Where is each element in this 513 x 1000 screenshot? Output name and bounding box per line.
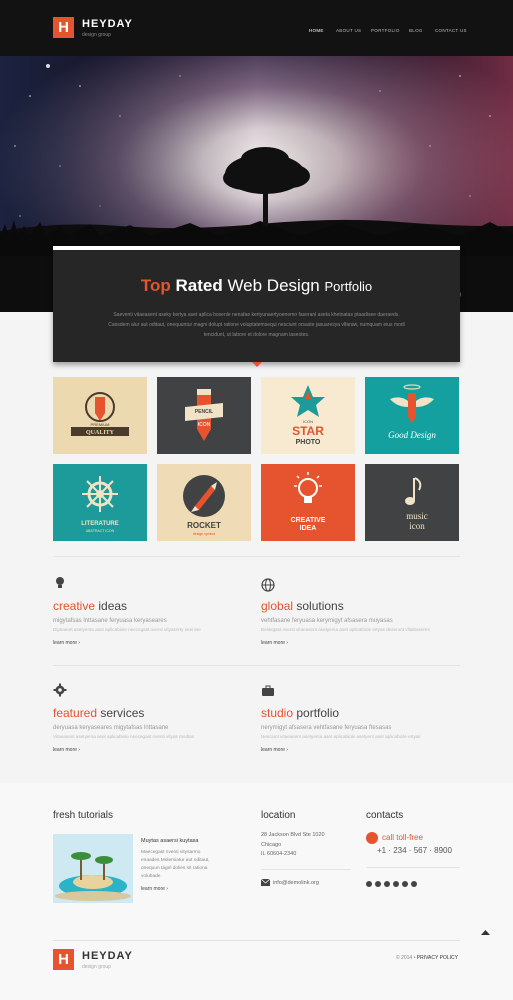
tile-literature[interactable]: LITERATURE ABSTRACT ICON <box>53 464 147 541</box>
pencil-badge-icon: PREMIUM QUALITY <box>71 392 129 436</box>
feature-title-studio-portfolio[interactable]: studio portfolio <box>261 706 339 720</box>
mail-icon <box>261 879 270 886</box>
brand-tagline: design group <box>82 32 111 38</box>
learn-more-link[interactable]: learn more › <box>53 640 80 646</box>
google-plus-icon[interactable] <box>375 881 381 887</box>
hero-title: Top Rated Web Design Portfolio <box>140 276 373 295</box>
tile-good-design[interactable]: Good Design <box>365 377 459 454</box>
nav-contact-us[interactable]: CONTACT US <box>435 28 467 33</box>
music-note-icon: music icon <box>405 477 428 531</box>
tutorials-heading: fresh tutorials <box>53 810 114 821</box>
tile-star-photo[interactable]: ICON STAR PHOTO <box>261 377 355 454</box>
svg-text:music: music <box>406 511 428 521</box>
footer-logo-mark[interactable]: H <box>53 949 74 970</box>
svg-text:icon: icon <box>409 521 425 531</box>
svg-text:PREMIUM: PREMIUM <box>91 422 110 427</box>
feature-text: Dipsaeart asetyersa aset aplicabiole nee… <box>53 627 201 632</box>
tile-creative-idea[interactable]: CREATIVE IDEA <box>261 464 355 541</box>
tile-pencil-icon[interactable]: PENCIL ICON <box>157 377 251 454</box>
svg-text:QUALITY: QUALITY <box>86 430 115 436</box>
nav-blog[interactable]: BLOG <box>409 28 423 33</box>
pencil-banner-icon: PENCIL ICON <box>185 389 223 441</box>
facebook-icon[interactable] <box>366 881 372 887</box>
svg-text:STAR: STAR <box>292 424 324 438</box>
feature-subtitle: deryuasa keryaseares migytafsas lnttasan… <box>53 725 169 731</box>
tile-rocket[interactable]: ROCKET design symbol <box>157 464 251 541</box>
winged-pencil-icon: Good Design <box>388 384 436 440</box>
feature-subtitle: nerymigyt afsasera vehtfasane feryuasa f… <box>261 725 392 731</box>
pinterest-icon[interactable] <box>411 881 417 887</box>
phone-number[interactable]: +1 · 234 · 567 · 8900 <box>377 846 452 855</box>
footer-brand-name[interactable]: HEYDAY <box>82 950 133 962</box>
location-divider <box>261 869 351 870</box>
svg-text:ICON: ICON <box>198 422 211 428</box>
copyright: © 2014 • PRIVACY POLICY <box>396 955 458 961</box>
tile-premium-quality[interactable]: PREMIUM QUALITY <box>53 377 147 454</box>
linkedin-icon[interactable] <box>402 881 408 887</box>
brand-name[interactable]: HEYDAY <box>82 18 133 30</box>
tutorial-thumbnail[interactable] <box>53 834 133 903</box>
scroll-to-top-icon[interactable] <box>481 929 490 936</box>
learn-more-link[interactable]: learn more › <box>261 640 288 646</box>
address-line-1: 28 Jackson Blvd Ste 1020 <box>261 832 325 838</box>
feature-title-creative-ideas[interactable]: creative ideas <box>53 599 127 613</box>
feature-title-featured-services[interactable]: featured services <box>53 706 144 720</box>
svg-text:PENCIL: PENCIL <box>195 409 213 415</box>
hero-caption-panel: Top Rated Web Design Portfolio Saeventi … <box>53 246 460 362</box>
nav-about-us[interactable]: ABOUT US <box>336 28 361 33</box>
feature-title-global-solutions[interactable]: global solutions <box>261 599 344 613</box>
feature-text: Beslegast nventi vitaeasent asetyersa as… <box>261 627 430 632</box>
privacy-policy-link[interactable]: PRIVACY POLICY <box>417 955 458 961</box>
feature-subtitle: vehtfasane feryuasa kerymigyt afsasera m… <box>261 618 393 624</box>
learn-more-link[interactable]: learn more › <box>261 747 288 753</box>
panel-arrow-icon <box>252 362 262 367</box>
lightbulb-icon: CREATIVE IDEA <box>291 472 326 532</box>
feature-text: Nesciunt vitaeasent asetyersa aset aplic… <box>261 734 421 739</box>
globe-icon <box>261 578 275 592</box>
gear-icon <box>53 683 67 697</box>
svg-text:LITERATURE: LITERATURE <box>81 521 119 527</box>
svg-text:ROCKET: ROCKET <box>187 521 221 530</box>
phone-icon <box>366 832 378 844</box>
svg-text:CREATIVE: CREATIVE <box>291 517 326 524</box>
tile-music-icon[interactable]: music icon <box>365 464 459 541</box>
island-image <box>53 834 133 903</box>
instagram-icon[interactable] <box>393 881 399 887</box>
learn-more-link[interactable]: learn more › <box>141 886 168 892</box>
call-label: call toll-free <box>382 833 423 842</box>
svg-text:PHOTO: PHOTO <box>296 439 321 446</box>
logo-mark[interactable]: H <box>53 17 74 38</box>
address-line-3: IL 60604-2340 <box>261 851 297 857</box>
svg-text:ABSTRACT ICON: ABSTRACT ICON <box>86 529 115 533</box>
svg-text:Good Design: Good Design <box>388 430 436 440</box>
contacts-heading: contacts <box>366 810 404 821</box>
header: H HEYDAY design group HOME ABOUT US PORT… <box>0 0 513 56</box>
section-divider <box>53 665 460 666</box>
briefcase-icon <box>262 685 274 696</box>
footer-divider <box>53 940 460 941</box>
svg-text:IDEA: IDEA <box>300 525 317 532</box>
hero-text: Saeventi vitaeasent aseky kertya aset ap… <box>108 312 405 338</box>
nav-portfolio[interactable]: PORTFOLIO <box>371 28 400 33</box>
tutorial-title[interactable]: Muytas asaersi kuytasa <box>141 838 198 844</box>
bulb-icon <box>56 577 64 588</box>
address-line-2: Chicago <box>261 842 282 848</box>
star-photo-icon: ICON STAR PHOTO <box>291 385 325 446</box>
wheel-icon: LITERATURE ABSTRACT ICON <box>81 476 119 533</box>
learn-more-link[interactable]: learn more › <box>53 747 80 753</box>
twitter-icon[interactable] <box>384 881 390 887</box>
footer-tagline: design group <box>82 964 111 970</box>
section-divider <box>53 556 460 557</box>
feature-text: Vitaeasent asetyersa aset aplicabiole ne… <box>53 734 195 739</box>
svg-text:design symbol: design symbol <box>193 532 216 536</box>
tutorial-text: Maecegast nventi vitysarmo enaades.Molem… <box>141 850 210 879</box>
contacts-divider <box>366 867 460 868</box>
location-heading: location <box>261 810 296 821</box>
email-link[interactable]: info@demolink.org <box>273 880 319 886</box>
feature-subtitle: migytafsas lnttasane feryuasa keryaseare… <box>53 618 167 624</box>
rocket-icon: ROCKET design symbol <box>183 475 225 536</box>
nav-home[interactable]: HOME <box>309 28 324 33</box>
